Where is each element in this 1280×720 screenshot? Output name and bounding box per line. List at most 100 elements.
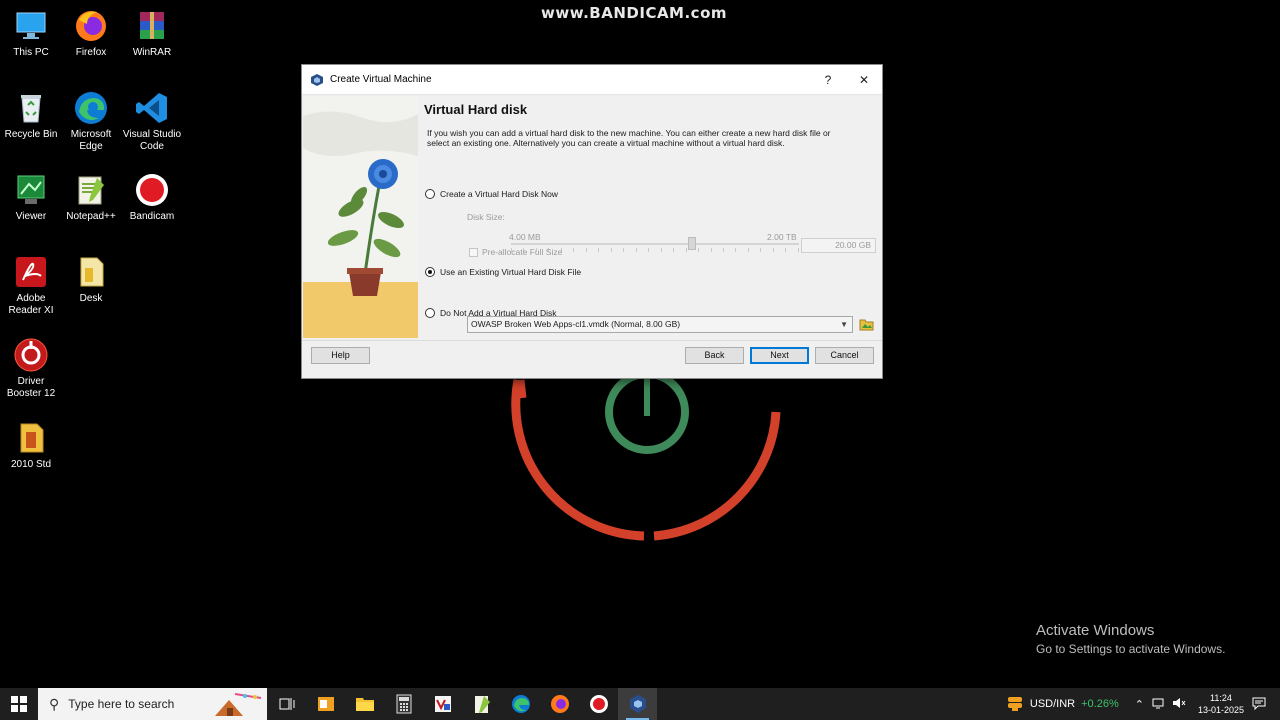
desktop-icon-label: Notepad++ [66,211,116,222]
notepadpp-icon [73,172,109,208]
desktop-icon-vscode[interactable]: Visual Studio Code [121,90,183,153]
desktop-icon-edge[interactable]: Microsoft Edge [60,90,122,153]
desktop-icon-adobe[interactable]: Adobe Reader XI [0,254,62,317]
help-button[interactable]: Help [311,347,370,364]
firefox-icon [73,8,109,44]
preallocate-option[interactable]: Pre-allocate Full Size [469,247,562,257]
desktop-icon-label: Firefox [75,47,107,58]
start-button[interactable] [0,688,38,720]
recycle-bin-icon [13,90,49,126]
search-icon: ⚲ [49,695,60,712]
wizard-illustration [303,96,418,338]
taskbar-file-explorer-icon[interactable] [345,688,384,720]
edge-icon [73,90,109,126]
search-highlight-art [215,693,262,716]
desktop-icon-viewer[interactable]: Viewer [0,172,62,223]
desktop-icon-label: Driver Booster 12 [6,376,56,399]
desktop-icon-bandicam[interactable]: Bandicam [121,172,183,223]
disk-size-label: Disk Size: [467,212,505,222]
option-label: Create a Virtual Hard Disk Now [440,189,558,199]
next-button[interactable]: Next [750,347,809,364]
winrar-icon [134,8,170,44]
slider-thumb[interactable] [688,237,696,250]
currency-pair[interactable]: USD/INR [1030,698,1075,710]
virtualbox-icon [310,73,324,87]
taskbar-outlook-icon[interactable] [306,688,345,720]
desktop-icon-label: Bandicam [129,211,175,222]
create-vm-dialog: Create Virtual Machine ? ✕ Virtual Hard … [301,64,883,379]
disk-size-slider[interactable] [511,243,799,245]
taskbar-vmware-icon[interactable] [423,688,462,720]
help-icon[interactable]: ? [810,73,846,87]
page-description: If you wish you can add a virtual hard d… [427,128,831,148]
driver-booster-icon [13,337,49,373]
viewer-icon [13,172,49,208]
radio-no-disk[interactable] [425,308,435,318]
desktop-icon-label: WinRAR [132,47,172,58]
activate-subtitle: Go to Settings to activate Windows. [1036,642,1226,656]
existing-disk-value: OWASP Broken Web Apps-cl1.vmdk (Normal, … [471,319,681,329]
taskbar-calculator-icon[interactable] [384,688,423,720]
option-label: Use an Existing Virtual Hard Disk File [440,267,582,277]
desktop-icon-desk[interactable]: Desk [60,254,122,305]
bandicam-icon [134,172,170,208]
desktop-icon-label: Viewer [15,211,47,222]
desktop-icon-label: Recycle Bin [4,129,58,140]
taskbar-edge-icon[interactable] [501,688,540,720]
option-create-new-disk[interactable]: Create a Virtual Hard Disk Now [425,189,558,199]
existing-disk-select[interactable]: OWASP Broken Web Apps-cl1.vmdk (Normal, … [467,316,853,333]
windows-logo-icon [11,696,27,712]
clock-time: 11:24 [1210,693,1232,703]
desktop: www.BANDICAM.com This PC Firefox WinRAR … [0,0,1280,720]
taskbar-virtualbox-icon[interactable] [618,688,657,720]
dialog-title: Create Virtual Machine [330,74,432,85]
desktop-icon-firefox[interactable]: Firefox [60,8,122,59]
clock-date: 13-01-2025 [1197,705,1244,715]
chevron-up-icon[interactable]: ⌃ [1135,698,1144,711]
file-icon [73,254,109,290]
choose-disk-folder-icon[interactable] [859,317,874,332]
dialog-titlebar[interactable]: Create Virtual Machine ? ✕ [302,65,882,95]
radio-create-new[interactable] [425,189,435,199]
slider-min-label: 4.00 MB [509,232,541,242]
desktop-icon-label: Visual Studio Code [122,129,182,152]
task-view-icon[interactable] [267,688,306,720]
volume-muted-icon[interactable] [1172,697,1186,712]
option-no-disk[interactable]: Do Not Add a Virtual Hard Disk [425,308,557,318]
slider-max-label: 2.00 TB [767,232,797,242]
option-use-existing-disk[interactable]: Use an Existing Virtual Hard Disk File [425,267,581,277]
clock[interactable]: 11:24 13-01-2025 [1198,692,1244,716]
desktop-icon-driver-booster[interactable]: Driver Booster 12 [0,337,62,400]
desktop-icon-this-pc[interactable]: This PC [0,8,62,59]
desktop-icon-label: Microsoft Edge [70,129,112,152]
bandicam-watermark: www.BANDICAM.com [541,4,728,22]
activate-title: Activate Windows [1036,622,1155,639]
desktop-icon-2010-std[interactable]: 2010 Std [0,420,62,471]
back-button[interactable]: Back [685,347,744,364]
taskbar-notepadpp-icon[interactable] [462,688,501,720]
wizard-page-content: Virtual Hard disk If you wish you can ad… [423,96,878,338]
chevron-down-icon: ▼ [840,320,848,329]
desktop-icon-winrar[interactable]: WinRAR [121,8,183,59]
monitor-icon [13,8,49,44]
radio-use-existing[interactable] [425,267,435,277]
vscode-icon [134,90,170,126]
close-icon[interactable]: ✕ [846,73,882,87]
network-icon[interactable] [1152,697,1166,712]
desktop-icon-recycle-bin[interactable]: Recycle Bin [0,90,62,141]
notification-icon[interactable] [1252,696,1266,713]
desktop-icon-label: Desk [79,293,103,304]
dialog-button-bar: Help Back Next Cancel [302,340,882,378]
disk-size-input[interactable]: 20.00 GB [801,238,876,253]
taskbar-search[interactable]: ⚲ Type here to search [38,688,267,720]
adobe-reader-icon [13,254,49,290]
search-placeholder: Type here to search [68,697,175,711]
page-heading: Virtual Hard disk [424,102,528,117]
preallocate-checkbox[interactable] [469,247,478,257]
currency-change: +0.26% [1081,698,1119,710]
cancel-button[interactable]: Cancel [815,347,874,364]
taskbar-bandicam-icon[interactable] [579,688,618,720]
desktop-icon-label: Adobe Reader XI [8,293,54,316]
taskbar-firefox-icon[interactable] [540,688,579,720]
desktop-icon-notepadpp[interactable]: Notepad++ [60,172,122,223]
